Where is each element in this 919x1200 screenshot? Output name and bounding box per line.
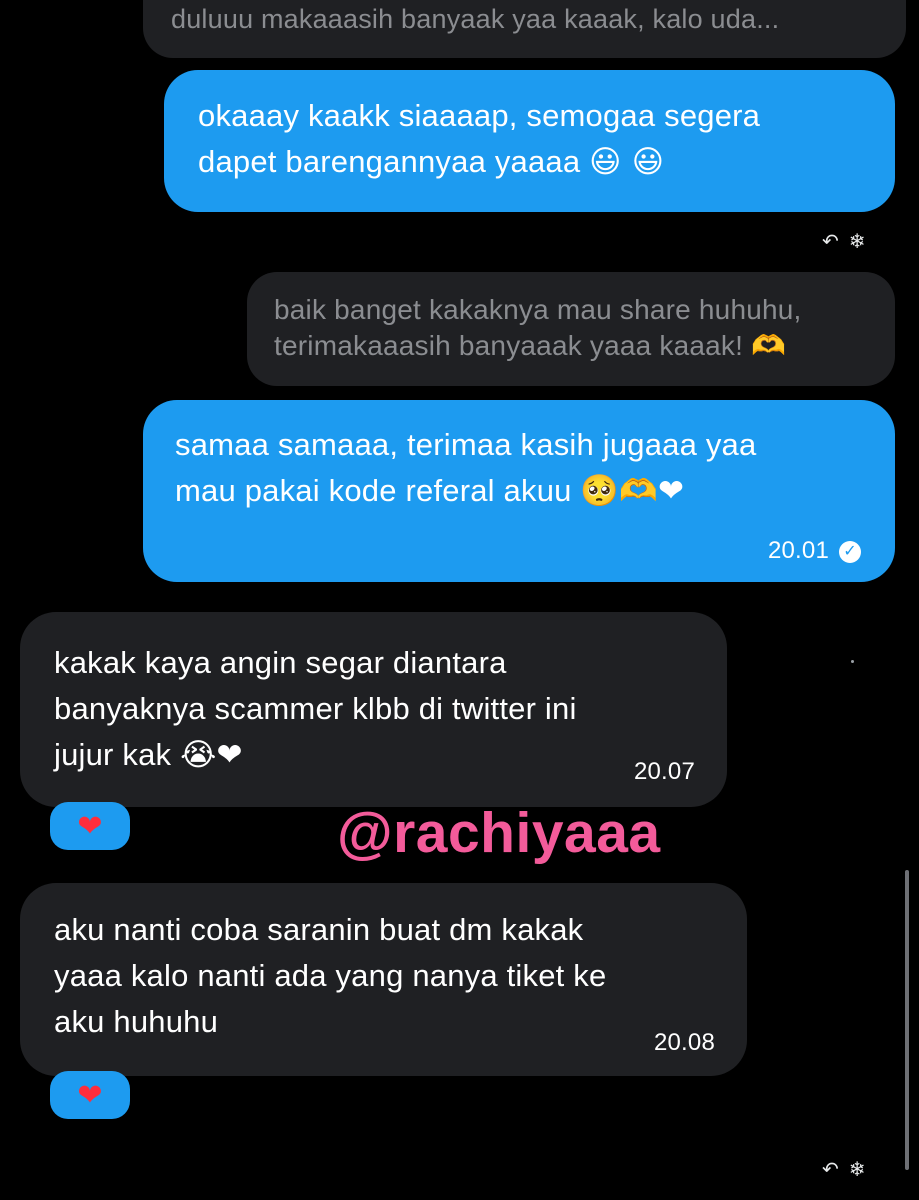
react-icon[interactable]: ❄ (849, 232, 866, 252)
received-message-bubble[interactable]: kakak kaya angin segar diantara banyakny… (20, 612, 727, 807)
crying-emoji: 😭❤ (180, 737, 243, 773)
heart-icon: ❤ (77, 1077, 103, 1113)
decorative-dot (851, 660, 854, 663)
message-actions: ↶ ❄ (822, 232, 866, 252)
heart-icon: ❤ (77, 808, 103, 844)
message-actions: ↶ ❄ (822, 1160, 866, 1180)
emoji-group: 🥺🫶❤ (580, 473, 685, 509)
reply-icon[interactable]: ↶ (822, 1160, 839, 1180)
message-line: jujur kak 😭❤ (54, 737, 243, 773)
message-line: kakak kaya angin segar diantara (54, 645, 507, 680)
check-circle-icon: ✓ (839, 540, 861, 563)
received-message-bubble[interactable]: aku nanti coba saranin buat dm kakak yaa… (20, 883, 747, 1076)
message-line: yaaa kalo nanti ada yang nanya tiket ke (54, 958, 607, 993)
quoted-message-preview[interactable]: duluuu makaaasih banyaak yaa kaaak, kalo… (143, 0, 906, 58)
message-line: dapet barengannyaa yaaaa 😃 😃 (198, 144, 665, 180)
heart-hands-emoji: 🫶 (751, 329, 787, 362)
message-timestamp: 20.07 (633, 758, 695, 785)
watermark: @rachiyaaa (337, 801, 661, 865)
scrollbar[interactable] (905, 870, 909, 1170)
sent-message-bubble[interactable]: okaaay kaakk siaaaap, semogaa segera dap… (164, 70, 895, 212)
received-message-bubble[interactable]: baik banget kakaknya mau share huhuhu, t… (247, 272, 895, 386)
quoted-message-text: duluuu makaaasih banyaak yaa kaaak, kalo… (171, 4, 780, 34)
heart-reaction[interactable]: ❤ (50, 1071, 130, 1119)
message-timestamp: 20.01 ✓ (768, 536, 861, 566)
message-line: aku huhuhu (54, 1004, 219, 1039)
message-line: okaaay kaakk siaaaap, semogaa segera (198, 98, 761, 133)
reply-icon[interactable]: ↶ (822, 232, 839, 252)
message-line: mau pakai kode referal akuu 🥺🫶❤ (175, 473, 685, 509)
message-line: banyaknya scammer klbb di twitter ini (54, 691, 577, 726)
message-line: baik banget kakaknya mau share huhuhu, (274, 294, 802, 325)
message-line: aku nanti coba saranin buat dm kakak (54, 912, 584, 947)
message-timestamp: 20.08 (653, 1029, 715, 1056)
heart-reaction[interactable]: ❤ (50, 802, 130, 850)
react-icon[interactable]: ❄ (849, 1160, 866, 1180)
message-line: samaa samaaa, terimaa kasih jugaaa yaa (175, 427, 757, 462)
sent-message-bubble[interactable]: samaa samaaa, terimaa kasih jugaaa yaa m… (143, 400, 895, 582)
message-line: terimakaaasih banyaaak yaaa kaaak! 🫶 (274, 329, 787, 362)
smiley-emoji: 😃 😃 (589, 144, 665, 180)
